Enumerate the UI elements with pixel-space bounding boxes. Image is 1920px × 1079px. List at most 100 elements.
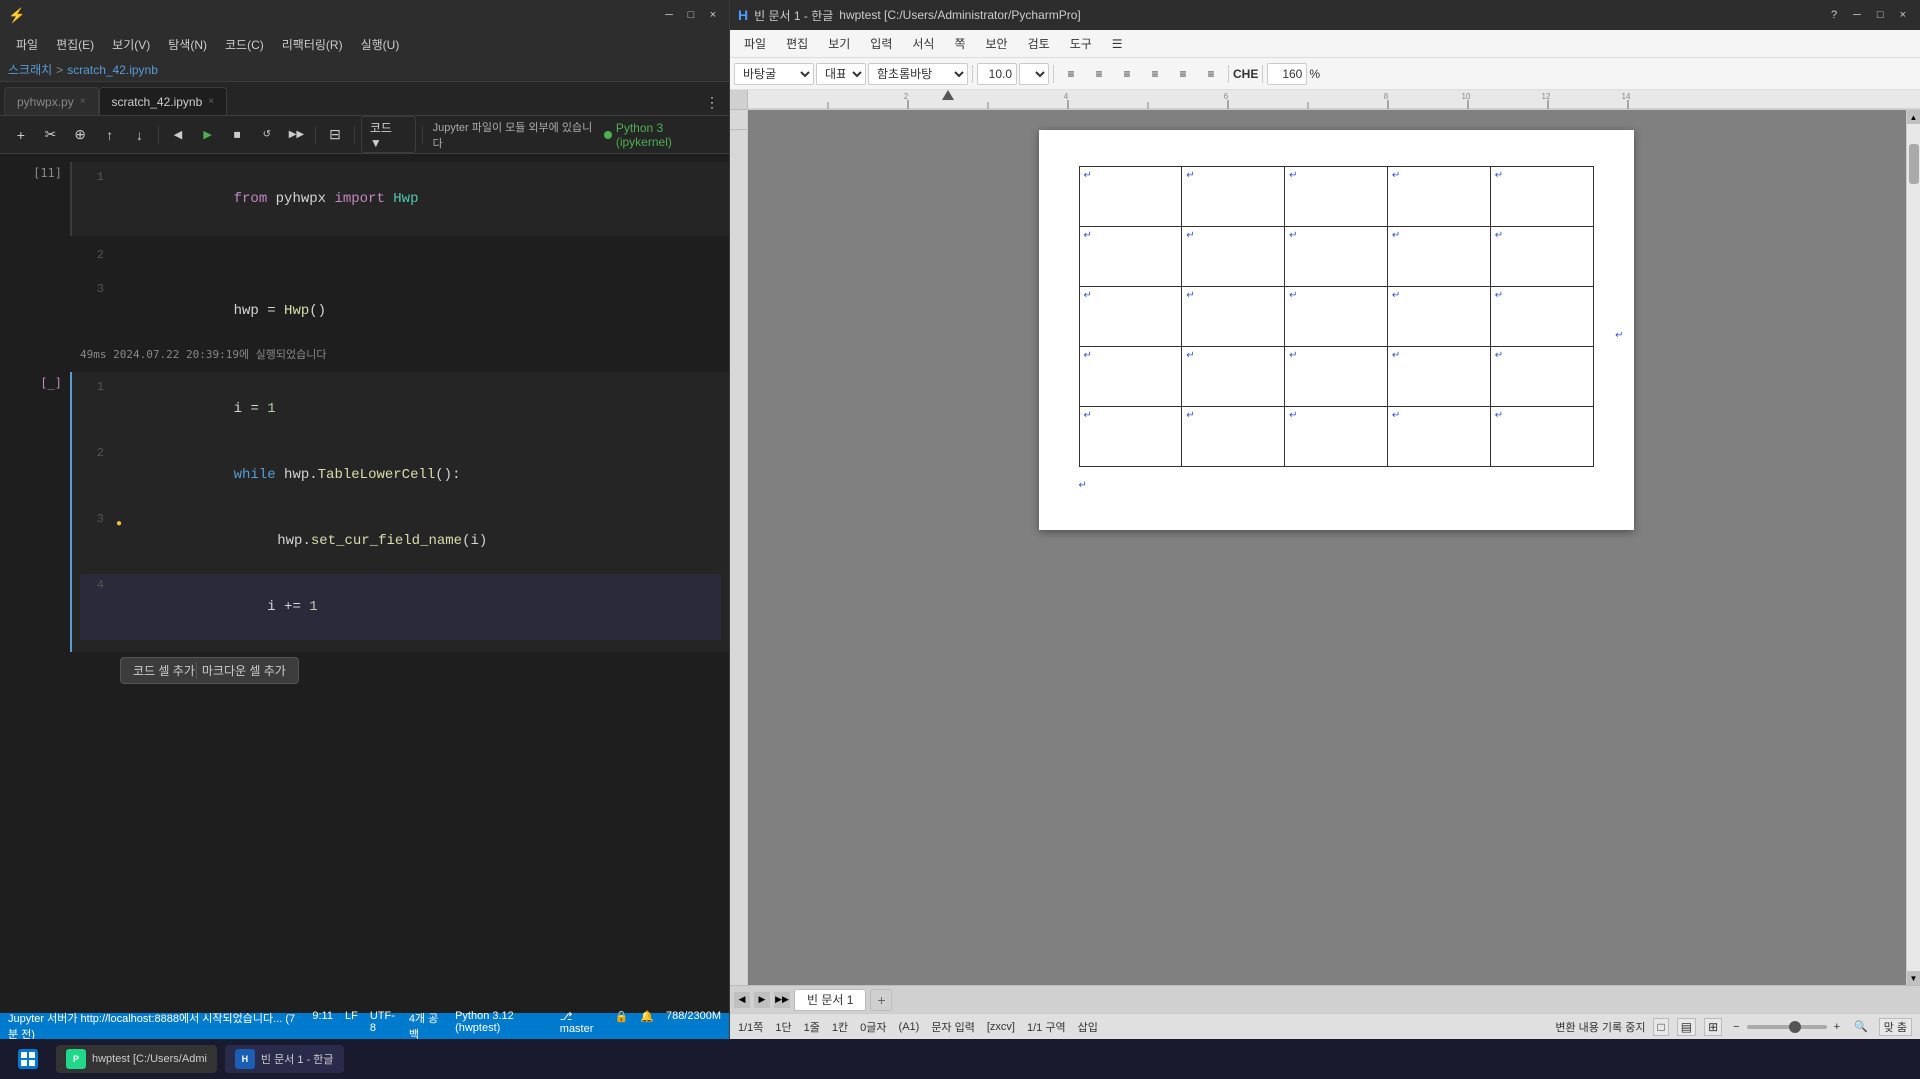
breadcrumb-file[interactable]: scratch_42.ipynb bbox=[67, 63, 158, 77]
scroll-track[interactable] bbox=[1907, 124, 1920, 971]
menu-edit[interactable]: 편집(E) bbox=[48, 34, 102, 55]
table-cell-5-5[interactable]: ↵ bbox=[1490, 407, 1593, 467]
add-cell-btn[interactable]: + bbox=[8, 122, 34, 148]
zoom-fit-btn[interactable]: 맞 춤 bbox=[1879, 1018, 1912, 1036]
menu-refactor[interactable]: 리팩터링(R) bbox=[274, 34, 351, 55]
align-justify-left-btn[interactable]: ≡ bbox=[1170, 61, 1196, 87]
table-cell-3-2[interactable]: ↵ bbox=[1182, 287, 1285, 347]
hwp-menu-format[interactable]: 서식 bbox=[902, 33, 944, 54]
table-cell-2-5[interactable]: ↵ bbox=[1490, 227, 1593, 287]
table-cell-5-4[interactable]: ↵ bbox=[1387, 407, 1490, 467]
zoom-track[interactable] bbox=[1747, 1025, 1827, 1029]
run-btn[interactable]: ▶ bbox=[195, 122, 221, 148]
table-cell-2-1[interactable]: ↵ bbox=[1079, 227, 1182, 287]
table-cell-5-2[interactable]: ↵ bbox=[1182, 407, 1285, 467]
align-center-btn[interactable]: ≡ bbox=[1086, 61, 1112, 87]
hwp-menu-tools[interactable]: 도구 bbox=[1060, 33, 1102, 54]
cell-type-selector[interactable]: 코드 ▼ bbox=[361, 116, 416, 153]
hwp-document-area[interactable]: ↵ ↵ ↵ ↵ ↵ ↵ ↵ ↵ bbox=[748, 110, 1906, 985]
maximize-btn[interactable]: □ bbox=[683, 7, 699, 23]
hwp-minimize-btn[interactable]: ─ bbox=[1847, 7, 1867, 23]
run-all-btn[interactable]: ▶▶ bbox=[284, 122, 310, 148]
hwp-view-normal-btn[interactable]: □ bbox=[1653, 1018, 1668, 1036]
align-justify-btn[interactable]: ≡ bbox=[1142, 61, 1168, 87]
scroll-thumb[interactable] bbox=[1909, 144, 1919, 184]
table-cell-1-2[interactable]: ↵ bbox=[1182, 167, 1285, 227]
menu-code[interactable]: 코드(C) bbox=[217, 34, 272, 55]
zoom-minus-btn[interactable]: − bbox=[1730, 1021, 1742, 1033]
table-cell-1-5[interactable]: ↵ bbox=[1490, 167, 1593, 227]
table-cell-3-3[interactable]: ↵ bbox=[1285, 287, 1388, 347]
code-area[interactable]: [11] 1 from pyhwpx import Hwp 2 bbox=[0, 154, 729, 1013]
hwp-add-page-btn[interactable]: + bbox=[870, 989, 892, 1011]
table-cell-4-2[interactable]: ↵ bbox=[1182, 347, 1285, 407]
close-btn[interactable]: × bbox=[705, 7, 721, 23]
zoom-input[interactable] bbox=[1267, 63, 1307, 85]
hwp-menu-file[interactable]: 파일 bbox=[734, 33, 776, 54]
windows-start-btn[interactable] bbox=[8, 1045, 48, 1073]
taskbar-pycharm[interactable]: P hwptest [C:/Users/Admi bbox=[56, 1045, 217, 1073]
table-cell-1-3[interactable]: ↵ bbox=[1285, 167, 1388, 227]
hwp-menu-edit[interactable]: 편집 bbox=[776, 33, 818, 54]
restart-btn[interactable]: ↺ bbox=[254, 122, 280, 148]
table-cell-1-4[interactable]: ↵ bbox=[1387, 167, 1490, 227]
cell-main-content[interactable]: 1 i = 1 2 while hwp.TableLowerCell(): bbox=[70, 372, 729, 652]
menu-view[interactable]: 보기(V) bbox=[104, 34, 158, 55]
scroll-down-btn[interactable]: ▼ bbox=[1907, 971, 1920, 985]
table-cell-4-3[interactable]: ↵ bbox=[1285, 347, 1388, 407]
zoom-thumb[interactable] bbox=[1789, 1021, 1801, 1033]
table-cell-2-3[interactable]: ↵ bbox=[1285, 227, 1388, 287]
font-name-select[interactable]: 함초롬바탕 bbox=[868, 63, 968, 85]
tooltip-add-markdown[interactable]: 마크다운 셀 추가 bbox=[202, 662, 286, 679]
move-up-btn[interactable]: ↑ bbox=[97, 122, 123, 148]
hwp-menu-page[interactable]: 쪽 bbox=[944, 33, 975, 54]
zoom-plus-btn[interactable]: + bbox=[1831, 1021, 1843, 1033]
taskbar-hwp[interactable]: H 빈 문서 1 - 한글 bbox=[225, 1045, 344, 1073]
table-cell-5-1[interactable]: ↵ bbox=[1079, 407, 1182, 467]
table-cell-4-1[interactable]: ↵ bbox=[1079, 347, 1182, 407]
align-right-btn[interactable]: ≡ bbox=[1114, 61, 1140, 87]
tab-scratch-close[interactable]: × bbox=[208, 96, 214, 107]
hwp-close-btn[interactable]: × bbox=[1894, 7, 1912, 23]
stop-btn[interactable]: ⏹ bbox=[224, 122, 250, 148]
menu-navigate[interactable]: 탐색(N) bbox=[160, 34, 215, 55]
hwp-maximize-btn[interactable]: □ bbox=[1871, 7, 1890, 23]
table-cell-3-4[interactable]: ↵ bbox=[1387, 287, 1490, 347]
copy-btn[interactable]: ⊕ bbox=[67, 122, 93, 148]
minimize-btn[interactable]: ─ bbox=[661, 7, 677, 23]
more-tabs-btn[interactable]: ⋮ bbox=[699, 89, 725, 115]
table-cell-5-3[interactable]: ↵ bbox=[1285, 407, 1388, 467]
hwp-view-web-btn[interactable]: ⊞ bbox=[1704, 1018, 1722, 1036]
hwp-help-btn[interactable]: ? bbox=[1825, 7, 1843, 23]
hwp-menu-view[interactable]: 보기 bbox=[818, 33, 860, 54]
table-cell-4-5[interactable]: ↵ bbox=[1490, 347, 1593, 407]
tab-scratch[interactable]: scratch_42.ipynb × bbox=[99, 87, 228, 115]
table-cell-2-2[interactable]: ↵ bbox=[1182, 227, 1285, 287]
page-prev-btn[interactable]: ◀ bbox=[734, 992, 750, 1008]
font-family-select[interactable]: 바탕굴 bbox=[734, 63, 814, 85]
tab-pyhwpx[interactable]: pyhwpx.py × bbox=[4, 87, 99, 115]
cell-1-content[interactable]: 1 from pyhwpx import Hwp bbox=[70, 162, 729, 236]
font-size-input[interactable] bbox=[977, 63, 1017, 85]
zoom-percent-icon[interactable]: 🔍 bbox=[1851, 1020, 1871, 1033]
align-distribute-btn[interactable]: ≡ bbox=[1198, 61, 1224, 87]
page-next-btn[interactable]: ▶ bbox=[754, 992, 770, 1008]
font-style-select[interactable]: 대표 bbox=[816, 63, 866, 85]
font-unit-select[interactable]: pt bbox=[1019, 63, 1049, 85]
table-cell-2-4[interactable]: ↵ bbox=[1387, 227, 1490, 287]
table-cell-4-4[interactable]: ↵ bbox=[1387, 347, 1490, 407]
clear-btn[interactable]: ⊟ bbox=[322, 122, 348, 148]
hwp-page-tab-1[interactable]: 빈 문서 1 bbox=[794, 989, 866, 1011]
hwp-view-layout-btn[interactable]: ▤ bbox=[1677, 1018, 1696, 1036]
hwp-menu-insert[interactable]: 입력 bbox=[860, 33, 902, 54]
menu-run[interactable]: 실행(U) bbox=[353, 34, 408, 55]
move-down-btn[interactable]: ↓ bbox=[127, 122, 153, 148]
menu-file[interactable]: 파일 bbox=[8, 34, 46, 55]
scroll-up-btn[interactable]: ▲ bbox=[1907, 110, 1920, 124]
align-left-btn[interactable]: ≡ bbox=[1058, 61, 1084, 87]
hwp-menu-review[interactable]: 검토 bbox=[1018, 33, 1060, 54]
table-cell-3-1[interactable]: ↵ bbox=[1079, 287, 1182, 347]
hwp-menu-security[interactable]: 보안 bbox=[976, 33, 1018, 54]
table-cell-3-5[interactable]: ↵ bbox=[1490, 287, 1593, 347]
table-cell-1-1[interactable]: ↵ bbox=[1079, 167, 1182, 227]
